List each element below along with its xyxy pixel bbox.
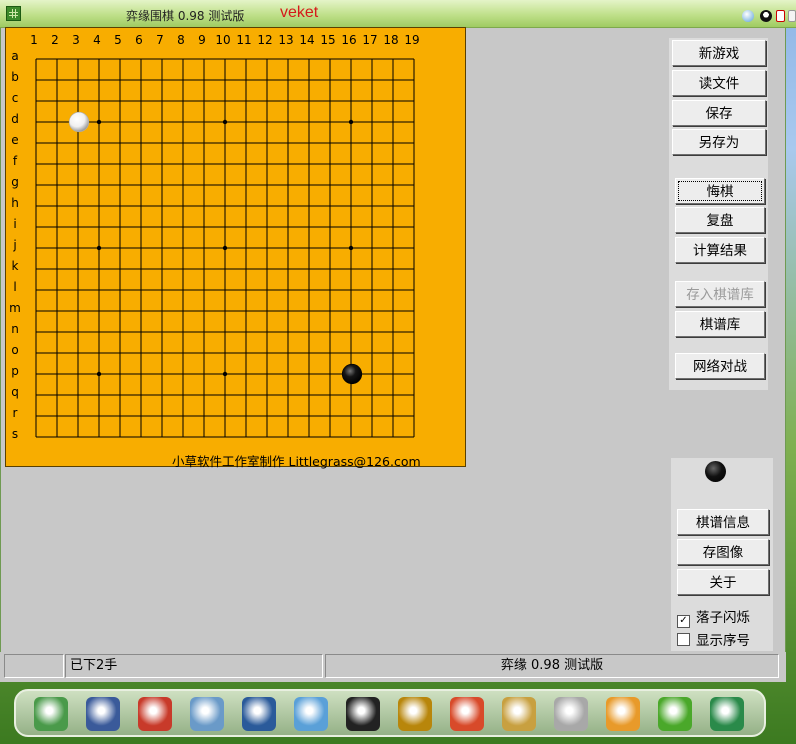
photo-icon[interactable]	[606, 697, 640, 731]
black-stone	[341, 363, 363, 385]
about-button[interactable]: 关于	[677, 569, 769, 595]
star-point	[222, 371, 228, 377]
new-game-button[interactable]: 新游戏	[672, 40, 766, 66]
next-move-stone-indicator	[705, 461, 726, 482]
version-status: 弈缘 0.98 测试版	[325, 654, 779, 678]
penguin-chat-icon[interactable]	[346, 697, 380, 731]
move-count-status: 已下2手	[65, 654, 323, 678]
star-point	[222, 119, 228, 125]
app-icon[interactable]	[6, 6, 21, 21]
show-numbers-label: 显示序号	[696, 633, 750, 649]
star-point	[348, 245, 354, 251]
star-point	[222, 245, 228, 251]
status-segment-empty	[4, 654, 64, 678]
file-manager-icon[interactable]	[398, 697, 432, 731]
add-to-library-button[interactable]: 存入棋谱库	[675, 281, 765, 307]
star-point	[348, 119, 354, 125]
image-viewer-icon[interactable]	[34, 697, 68, 731]
help-icon[interactable]	[658, 697, 692, 731]
online-play-button[interactable]: 网络对战	[675, 353, 765, 379]
droplet-icon[interactable]	[742, 10, 754, 22]
monitor-icon[interactable]	[86, 697, 120, 731]
game-info-button[interactable]: 棋谱信息	[677, 509, 769, 535]
open-file-button[interactable]: 读文件	[672, 70, 766, 96]
credit-text: 小草软件工作室制作 Littlegrass@126.com	[172, 454, 421, 469]
penguin-tray-icon[interactable]	[760, 10, 772, 22]
go-board[interactable]	[6, 28, 467, 468]
go-board-panel: 1 2 3 4 5 6 7 8 9 10 11 12 13 14 15 16 17 18 19 abcdefghij…	[5, 27, 467, 469]
library-button[interactable]: 棋谱库	[675, 311, 765, 337]
save-button[interactable]: 保存	[672, 100, 766, 126]
squirrel-icon[interactable]	[138, 697, 172, 731]
document-icon[interactable]	[788, 10, 796, 22]
lock-icon[interactable]	[776, 10, 785, 22]
dock-taskbar	[14, 689, 766, 737]
camera-icon[interactable]	[710, 697, 744, 731]
show-numbers-checkbox[interactable]: 显示序号	[677, 629, 750, 649]
flash-stone-label: 落子闪烁	[696, 610, 750, 626]
status-bar: 已下2手 弈缘 0.98 测试版	[0, 652, 786, 682]
action-panel: 新游戏 读文件 保存 另存为 悔棋 复盘 计算结果 存入棋谱库 棋谱库 网络对战	[669, 38, 768, 390]
network-user-icon[interactable]	[294, 697, 328, 731]
review-button[interactable]: 复盘	[675, 207, 765, 233]
undo-button[interactable]: 悔棋	[675, 178, 765, 204]
save-image-button[interactable]: 存图像	[677, 539, 769, 565]
save-as-button[interactable]: 另存为	[672, 129, 766, 155]
paint-icon[interactable]	[502, 697, 536, 731]
media-player-icon[interactable]	[242, 697, 276, 731]
usb-drive-icon[interactable]	[554, 697, 588, 731]
star-point	[96, 371, 102, 377]
count-result-button[interactable]: 计算结果	[675, 237, 765, 263]
star-point	[96, 119, 102, 125]
white-stone	[68, 111, 90, 133]
title-bar[interactable]: 弈缘围棋 0.98 测试版 veket	[0, 0, 796, 28]
checkbox-empty-icon[interactable]	[677, 633, 690, 646]
star-point	[96, 245, 102, 251]
notes-icon[interactable]	[190, 697, 224, 731]
window-user-label: veket	[280, 4, 319, 21]
checkbox-checked-icon[interactable]: ✓	[677, 615, 690, 628]
window-title: 弈缘围棋 0.98 测试版	[126, 9, 245, 23]
chart-icon[interactable]	[450, 697, 484, 731]
flash-stone-checkbox[interactable]: ✓ 落子闪烁	[677, 606, 750, 628]
